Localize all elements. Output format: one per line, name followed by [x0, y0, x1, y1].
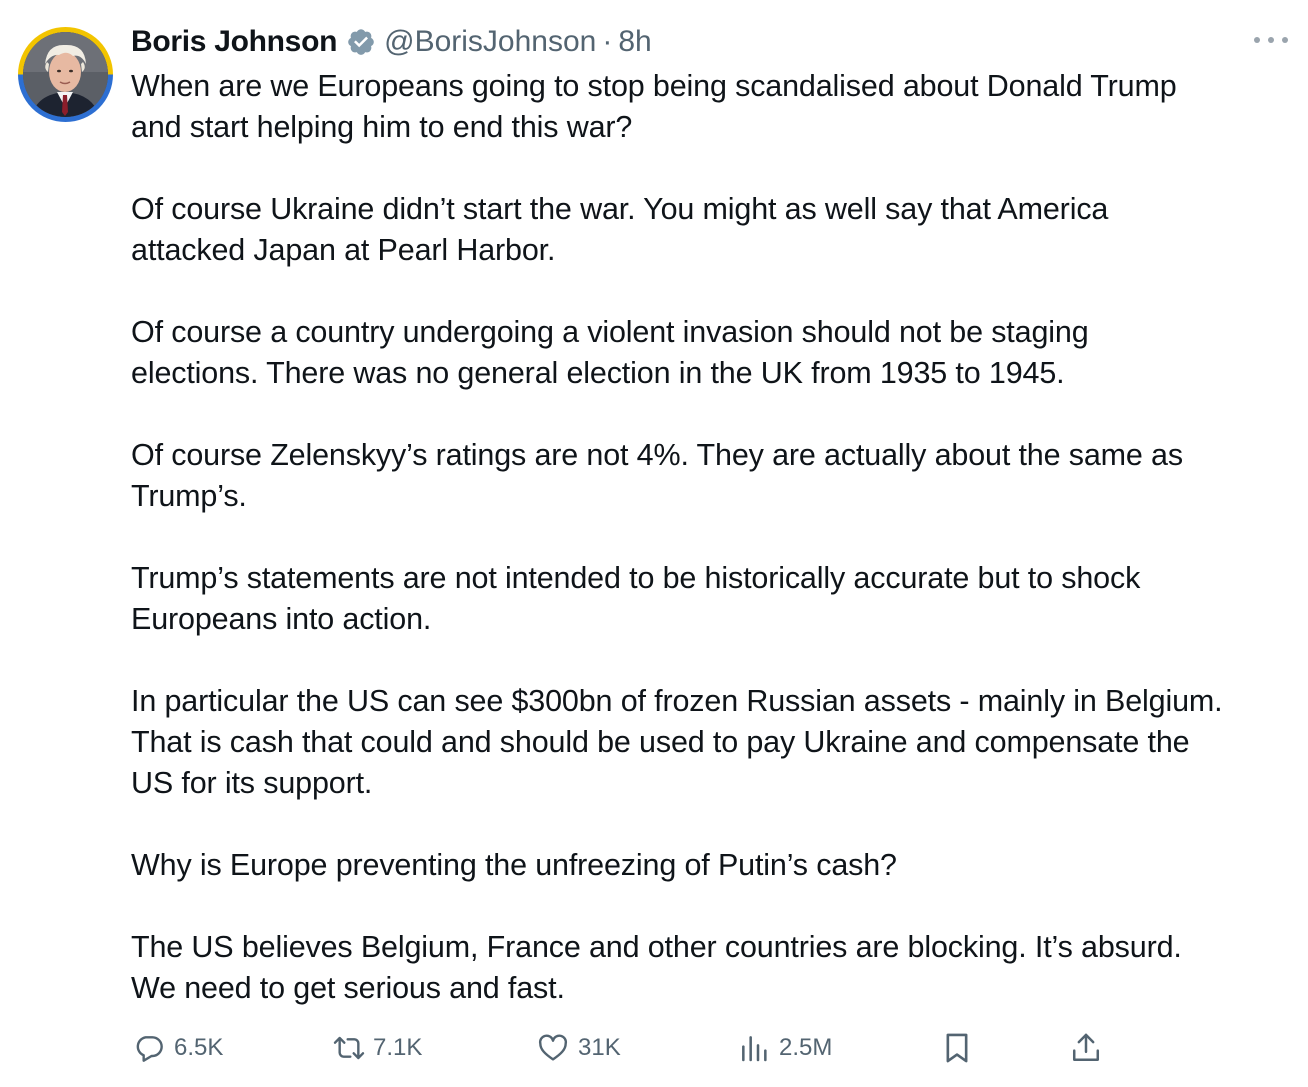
- speech-bubble-icon: [136, 1036, 163, 1062]
- author-name[interactable]: Boris Johnson: [131, 25, 337, 59]
- reply-button[interactable]: 6.5K: [133, 1026, 223, 1070]
- avatar-photo: [23, 32, 108, 117]
- views-count: 2.5M: [779, 1034, 833, 1061]
- tweet-card: Boris Johnson @BorisJohnson · 8h When ar…: [0, 0, 1308, 1087]
- more-dot: [1254, 37, 1260, 43]
- more-horizontal-icon[interactable]: [1254, 34, 1288, 46]
- more-dot: [1282, 37, 1288, 43]
- more-dot: [1268, 37, 1274, 43]
- repost-arrows-icon: [333, 1036, 365, 1060]
- tweet-paragraph: Of course Zelenskyy’s ratings are not 4%…: [131, 438, 1183, 513]
- bar-chart-icon: [742, 1036, 767, 1062]
- tweet-paragraph: Why is Europe preventing the unfreezing …: [131, 848, 897, 882]
- share-button[interactable]: [1070, 1026, 1102, 1070]
- like-count: 31K: [578, 1034, 621, 1061]
- separator-dot: ·: [602, 25, 613, 58]
- heart-icon: [538, 1034, 568, 1061]
- share-upload-icon: [1072, 1033, 1100, 1062]
- tweet-paragraph: The US believes Belgium, France and othe…: [131, 930, 1182, 1005]
- like-button[interactable]: 31K: [537, 1026, 621, 1070]
- repost-button[interactable]: 7.1K: [331, 1026, 422, 1070]
- repost-count: 7.1K: [373, 1034, 423, 1061]
- tweet-header: Boris Johnson @BorisJohnson · 8h: [131, 22, 652, 62]
- avatar[interactable]: [18, 27, 113, 122]
- timestamp[interactable]: 8h: [618, 25, 651, 59]
- reply-count: 6.5K: [174, 1034, 224, 1061]
- tweet-paragraph: Trump’s statements are not intended to b…: [131, 561, 1141, 636]
- tweet-paragraph: When are we Europeans going to stop bein…: [131, 69, 1177, 144]
- tweet-text: When are we Europeans going to stop bein…: [131, 66, 1301, 1050]
- avatar-portrait-icon: [23, 32, 108, 117]
- verified-badge-icon: [348, 29, 374, 55]
- tweet-paragraph: Of course a country undergoing a violent…: [131, 315, 1089, 390]
- bookmark-button[interactable]: [942, 1026, 972, 1070]
- tweet-paragraph: Of course Ukraine didn’t start the war. …: [131, 192, 1109, 267]
- action-bar: 6.5K 7.1K 31K 2.5M: [0, 1026, 1308, 1070]
- views-button[interactable]: 2.5M: [738, 1026, 832, 1070]
- author-handle[interactable]: @BorisJohnson: [384, 25, 596, 59]
- bookmark-icon: [946, 1033, 968, 1063]
- tweet-paragraph: In particular the US can see $300bn of f…: [131, 684, 1223, 800]
